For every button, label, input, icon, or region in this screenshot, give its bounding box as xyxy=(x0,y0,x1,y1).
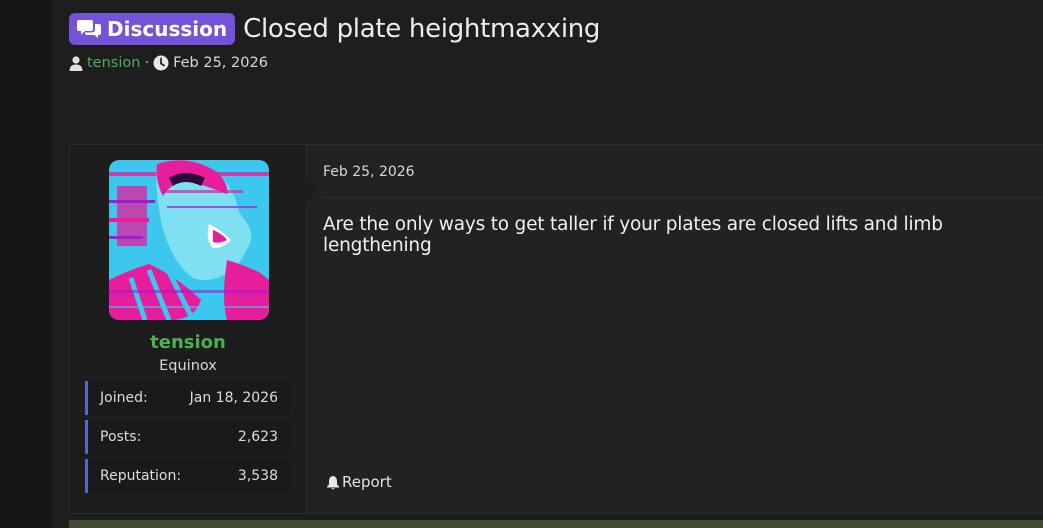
comments-icon xyxy=(77,19,101,39)
thread-page: Discussion Closed plate heightmaxxing te… xyxy=(52,0,1043,528)
user-cell-arrow xyxy=(306,175,320,203)
stat-joined: Joined: Jan 18, 2026 xyxy=(85,381,291,415)
post: tension Equinox Joined: Jan 18, 2026 Pos… xyxy=(69,144,1043,514)
post-date-link[interactable]: Feb 25, 2026 xyxy=(323,164,415,180)
report-label: Report xyxy=(342,473,392,491)
report-button[interactable]: Report xyxy=(326,473,392,491)
stat-value: Jan 18, 2026 xyxy=(189,390,278,406)
thread-date-link[interactable]: Feb 25, 2026 xyxy=(173,55,268,71)
next-post-edge xyxy=(69,520,1043,528)
thread-meta: tension · Feb 25, 2026 xyxy=(69,53,268,73)
thread-title-row: Discussion Closed plate heightmaxxing xyxy=(69,13,600,45)
prefix-discussion-badge[interactable]: Discussion xyxy=(69,13,236,45)
stat-label: Joined: xyxy=(100,390,148,406)
stat-value: 2,623 xyxy=(237,429,278,445)
stat-value: 3,538 xyxy=(237,468,278,484)
stat-reputation: Reputation: 3,538 xyxy=(85,459,291,493)
thread-author-link[interactable]: tension xyxy=(87,55,140,71)
stat-label: Reputation: xyxy=(100,468,182,484)
prefix-label: Discussion xyxy=(107,17,228,41)
user-icon xyxy=(69,55,83,71)
user-title: Equinox xyxy=(159,358,217,374)
thread-title: Closed plate heightmaxxing xyxy=(243,14,601,44)
stat-label: Posts: xyxy=(100,429,142,445)
post-body: Are the only ways to get taller if your … xyxy=(323,214,943,256)
post-user-cell: tension Equinox Joined: Jan 18, 2026 Pos… xyxy=(70,145,307,513)
meta-separator: · xyxy=(144,55,150,71)
bell-icon xyxy=(326,475,340,490)
left-gutter xyxy=(0,0,52,528)
avatar[interactable] xyxy=(109,160,269,320)
post-username[interactable]: tension xyxy=(70,332,306,353)
stat-posts: Posts: 2,623 xyxy=(85,420,291,454)
clock-icon xyxy=(153,55,169,71)
post-divider xyxy=(323,197,1043,198)
